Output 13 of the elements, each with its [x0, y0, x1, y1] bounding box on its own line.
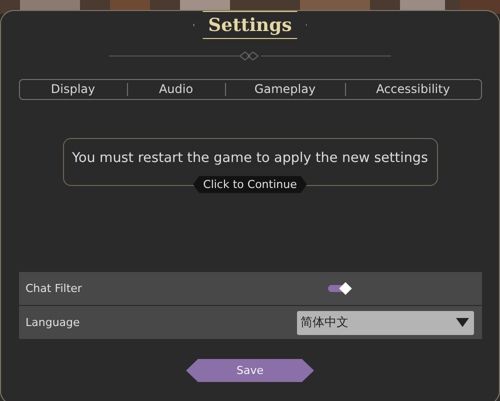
title-badge: Settings	[193, 11, 307, 39]
setting-label: Chat Filter	[26, 282, 82, 295]
save-button[interactable]: Save	[186, 359, 314, 382]
tab[interactable]: Gameplay	[224, 83, 344, 96]
continue-button[interactable]: Click to Continue	[193, 176, 307, 193]
caret-icon	[456, 318, 468, 327]
setting-label: Language	[26, 316, 80, 329]
notice-message: You must restart the game to apply the new settings	[72, 150, 428, 166]
toggle-switch[interactable]	[328, 282, 352, 294]
language-dropdown[interactable]: 简体中文	[296, 310, 474, 334]
tab[interactable]: Display	[20, 83, 126, 96]
tab[interactable]: Accessibility	[344, 83, 480, 96]
tab[interactable]: Audio	[126, 83, 224, 96]
